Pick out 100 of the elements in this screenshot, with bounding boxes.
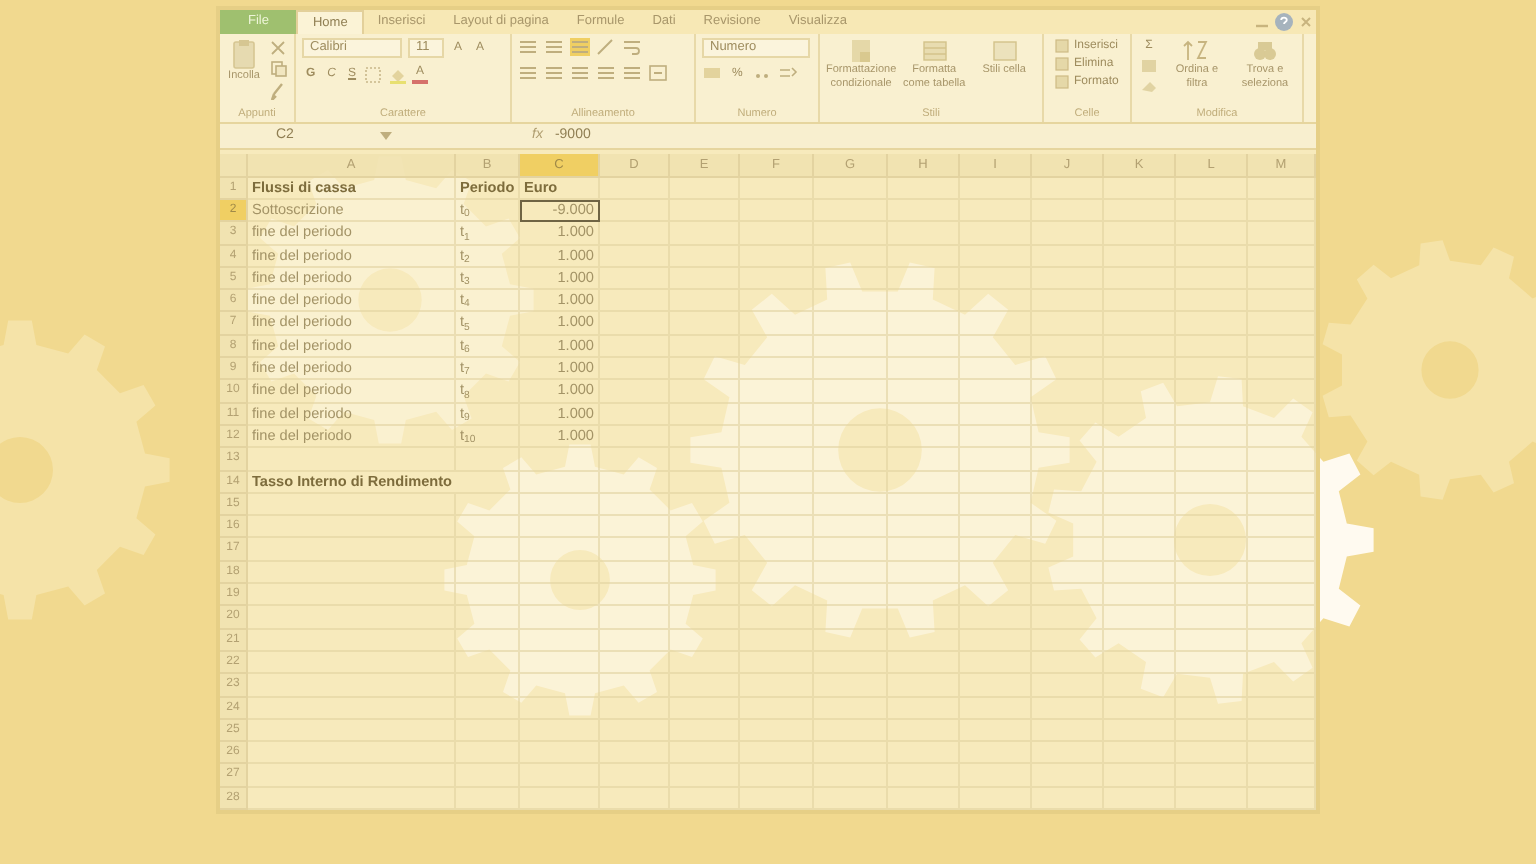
- grid-cell: [1176, 493, 1248, 517]
- grid-cell: [814, 629, 888, 652]
- select-all-corner[interactable]: [220, 154, 248, 178]
- grid-cell: [888, 606, 960, 630]
- grid-cell: [600, 629, 670, 652]
- grid-cell: [814, 584, 888, 607]
- grid-cell: [740, 561, 814, 585]
- grid-cell: [456, 697, 520, 720]
- grid-cell: [960, 606, 1032, 630]
- grid-cell: [1104, 606, 1176, 630]
- binoculars-icon: [1250, 38, 1280, 64]
- dropdown-icon[interactable]: [380, 130, 392, 143]
- grid-cell: [670, 538, 740, 562]
- grid-cell: [600, 787, 670, 810]
- grid-cell: [1032, 561, 1104, 585]
- grid-cell: [1248, 448, 1316, 472]
- decimal-icon[interactable]: [778, 64, 799, 82]
- merge-cells-icon[interactable]: [648, 64, 668, 82]
- grid-cell: [520, 606, 600, 630]
- grid-cell: [740, 516, 814, 539]
- grid-cell: [1176, 674, 1248, 698]
- align-left-icon[interactable]: [518, 64, 538, 82]
- grid-cell: [1176, 584, 1248, 607]
- grid-cell: [1176, 787, 1248, 810]
- scissors-icon[interactable]: [268, 38, 288, 56]
- grid-cell: [888, 584, 960, 607]
- copy-icon[interactable]: [268, 60, 288, 78]
- grid-cell: [740, 538, 814, 562]
- wrap-text-icon[interactable]: [622, 38, 642, 56]
- grid-cell: [520, 719, 600, 743]
- grid-cell: [740, 448, 814, 472]
- grid-cell: [520, 493, 600, 517]
- grid-cell: [456, 787, 520, 810]
- grid-cell: [600, 606, 670, 630]
- grid-cell: [456, 516, 520, 539]
- brush-icon[interactable]: [268, 82, 288, 100]
- grid-cell: [960, 787, 1032, 810]
- grid-cell: [1104, 674, 1176, 698]
- grid-cell: [520, 448, 600, 472]
- grid-cell: [1248, 561, 1316, 585]
- clipboard-icon: [230, 38, 258, 70]
- middle-align-icon[interactable]: [544, 38, 564, 56]
- grid-cell: [1104, 629, 1176, 652]
- grid-cell: [520, 787, 600, 810]
- grid-cell: [670, 606, 740, 630]
- bottom-align-icon[interactable]: [570, 38, 590, 56]
- grid-cell: [1248, 538, 1316, 562]
- grid-cell: [520, 629, 600, 652]
- grid-cell: [456, 584, 520, 607]
- grid-cell: [1032, 516, 1104, 539]
- grid-cell: [814, 516, 888, 539]
- decrease-indent-icon[interactable]: [596, 64, 616, 82]
- grid-cell: [1104, 697, 1176, 720]
- grid-cell: [1248, 516, 1316, 539]
- text-angle-icon[interactable]: [596, 38, 616, 56]
- grid-cell: [1248, 584, 1316, 607]
- grid-cell: [1248, 764, 1316, 788]
- fill-color-icon[interactable]: [388, 65, 409, 83]
- grid-cell: [888, 448, 960, 472]
- grid-cell: [1248, 629, 1316, 652]
- grid-cell: [1248, 697, 1316, 720]
- align-right-icon[interactable]: [570, 64, 590, 82]
- table-icon: [919, 38, 950, 64]
- grid-cell: [740, 787, 814, 810]
- grid-cell: [888, 538, 960, 562]
- grid-cell: [600, 538, 670, 562]
- delete-rows-icon: [1054, 56, 1070, 72]
- grid-cell: [1176, 448, 1248, 472]
- grid-cell: [1032, 493, 1104, 517]
- grid-cell: [814, 561, 888, 585]
- grid-cell: [740, 584, 814, 607]
- grid-cell: [520, 651, 600, 675]
- grid-cell: [600, 561, 670, 585]
- grid-cell: [888, 516, 960, 539]
- fill-down-icon[interactable]: [1139, 58, 1158, 74]
- grid-cell: [814, 448, 888, 472]
- grid-cell: [670, 493, 740, 517]
- grid-cell: [1176, 516, 1248, 539]
- grid-cell: [1032, 538, 1104, 562]
- grid-cell: [520, 538, 600, 562]
- grid-cell: [1104, 584, 1176, 607]
- grid-cell: [960, 493, 1032, 517]
- grid-cell: [1032, 629, 1104, 652]
- grid-cell: [520, 584, 600, 607]
- grid-cell: [600, 697, 670, 720]
- help-icon[interactable]: [1272, 10, 1296, 34]
- grid-cell: [456, 493, 520, 517]
- increase-indent-icon[interactable]: [622, 64, 642, 82]
- grid-cell: [814, 787, 888, 810]
- grid-cell: [600, 651, 670, 675]
- top-align-icon[interactable]: [518, 38, 538, 56]
- grid-cell: [1248, 606, 1316, 630]
- borders-icon[interactable]: [364, 65, 385, 83]
- grid-cell: [520, 674, 600, 698]
- currency-icon[interactable]: [702, 64, 722, 82]
- eraser-icon[interactable]: [1139, 78, 1158, 94]
- align-center-icon[interactable]: [544, 64, 564, 82]
- grid-cell: [456, 561, 520, 585]
- grid-cell: [1248, 651, 1316, 675]
- grid-cell: [600, 493, 670, 517]
